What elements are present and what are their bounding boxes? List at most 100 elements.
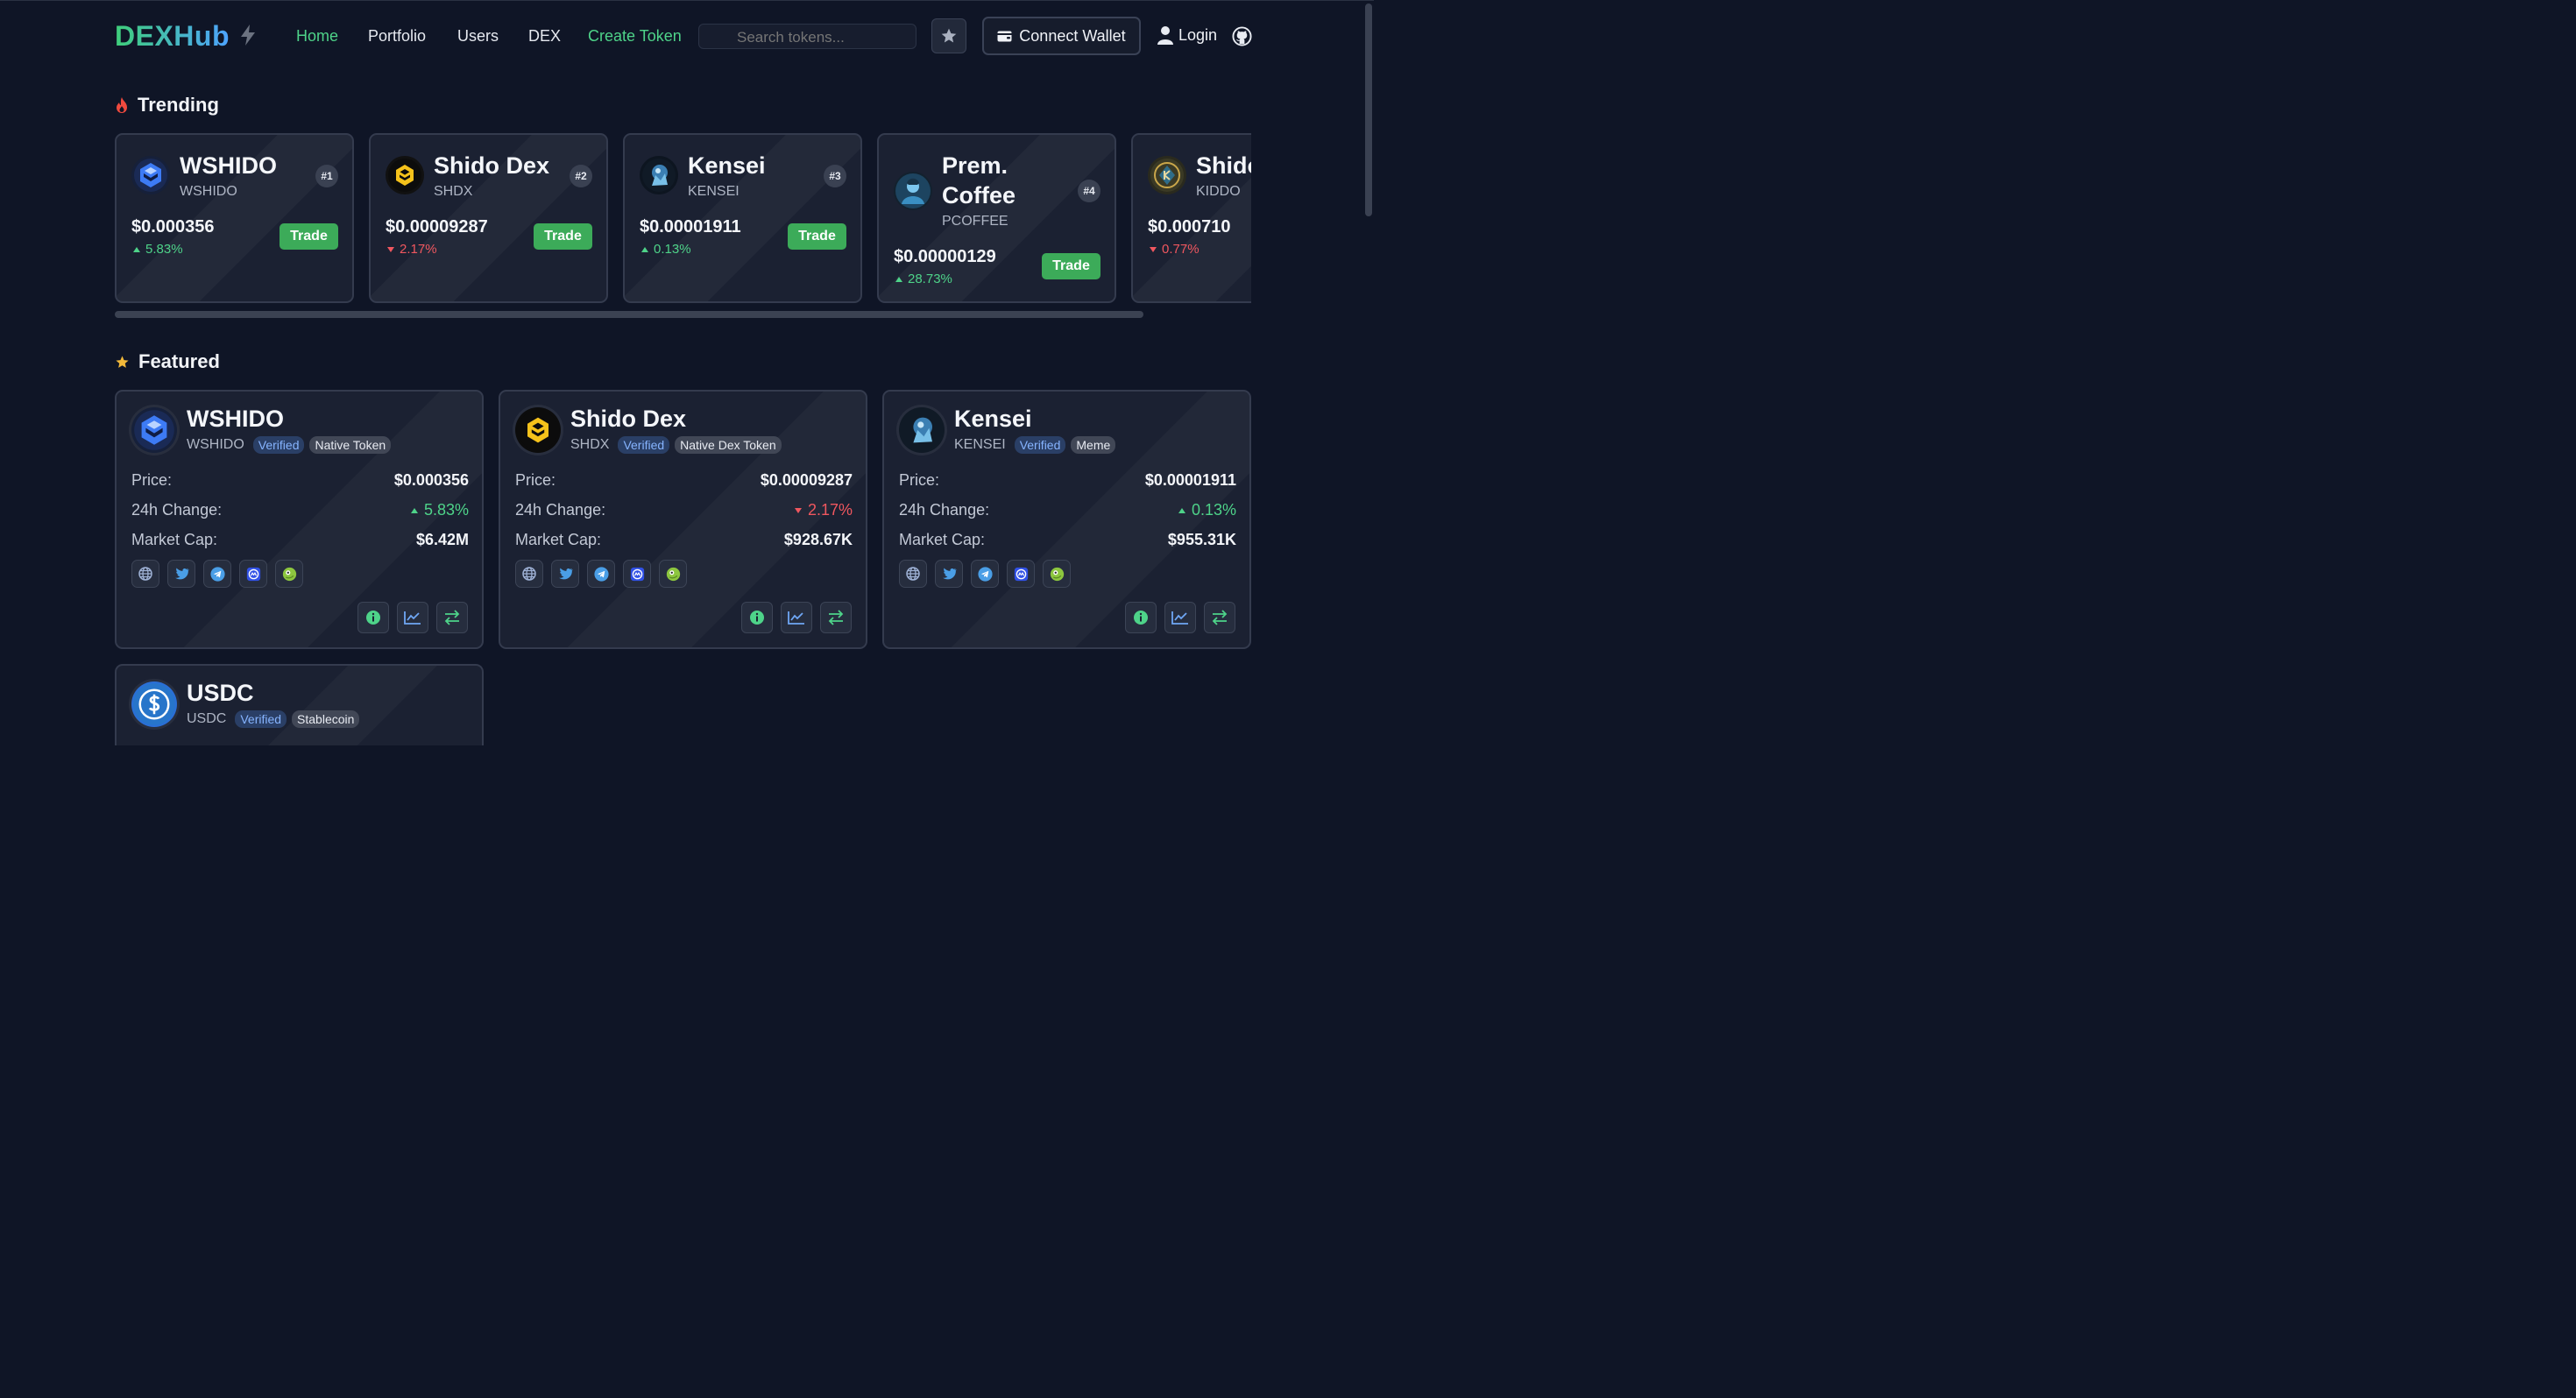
featured-card[interactable]: Kensei KENSEI Verified Meme Price: $0.00… [882,390,1251,649]
market-cap-value: $955.31K [1167,531,1236,548]
trade-button[interactable]: Trade [788,223,846,250]
search-input[interactable] [698,24,916,49]
price-value: $0.000356 [393,471,469,489]
trending-title-text: Trending [138,94,219,116]
coingecko-link[interactable] [1043,560,1071,588]
chart-button[interactable] [1164,602,1196,633]
telegram-link[interactable] [971,560,999,588]
brand-logo[interactable]: DEXHub [115,20,230,53]
globe-icon [906,567,920,581]
twitter-link[interactable] [551,560,579,588]
swap-icon [828,610,844,625]
kensei-logo-icon [899,407,945,453]
category-badge: Meme [1071,436,1116,454]
featured-card[interactable]: USDC USDC Verified Stablecoin [115,664,484,745]
trending-card[interactable]: Prem. Coffee PCOFFEE #4 $0.00000129 28.7… [877,133,1116,303]
favorites-button[interactable] [931,18,966,53]
swap-button[interactable] [1204,602,1235,633]
arrow-down-icon [794,507,802,513]
swap-icon [444,610,460,625]
coinmarketcap-link[interactable] [623,560,651,588]
twitter-link[interactable] [167,560,195,588]
token-name: Shido Dex [434,152,550,179]
token-name: WSHIDO [187,406,284,432]
token-meta: WSHIDO Verified Native Token [187,436,392,454]
nav-dex[interactable]: DEX [528,27,561,46]
token-change-value: 5.83% [145,242,183,257]
coinmarketcap-link[interactable] [239,560,267,588]
nav-create-token[interactable]: Create Token [588,27,682,46]
trending-carousel[interactable]: WSHIDO WSHIDO #1 $0.000356 5.83% Trade S… [115,133,1251,305]
token-change-value: 0.77% [1162,242,1200,257]
chart-icon [404,611,421,625]
wallet-icon [997,31,1012,41]
info-button[interactable] [741,602,773,633]
chart-button[interactable] [397,602,428,633]
telegram-link[interactable] [587,560,615,588]
swap-button[interactable] [436,602,468,633]
arrow-up-icon [641,246,648,252]
twitter-icon [558,568,573,579]
market-cap-row: Market Cap: $928.67K [515,531,853,549]
change-value: 2.17% [794,501,853,519]
nav-portfolio[interactable]: Portfolio [368,27,426,46]
info-button[interactable] [1125,602,1157,633]
market-cap-label: Market Cap: [131,531,218,548]
nav-home[interactable]: Home [296,27,338,46]
trade-button[interactable]: Trade [280,223,338,250]
twitter-icon [174,568,189,579]
rank-badge: #4 [1078,180,1100,202]
swap-button[interactable] [820,602,852,633]
token-change: 0.77% [1150,242,1200,257]
chart-button[interactable] [781,602,812,633]
website-link[interactable] [131,560,159,588]
rank-badge: #1 [315,165,338,187]
coingecko-link[interactable] [659,560,687,588]
star-icon [941,28,957,43]
coinmarketcap-link[interactable] [1007,560,1035,588]
coingecko-link[interactable] [275,560,303,588]
shido-dex-logo-icon [515,407,561,453]
featured-card[interactable]: WSHIDO WSHIDO Verified Native Token Pric… [115,390,484,649]
trade-button[interactable]: Trade [534,223,592,250]
card-actions [1125,602,1235,633]
verified-badge: Verified [618,436,670,454]
token-name: Shido Dex [570,406,687,432]
github-icon[interactable] [1232,26,1252,46]
telegram-link[interactable] [203,560,231,588]
trending-card[interactable]: WSHIDO WSHIDO #1 $0.000356 5.83% Trade [115,133,354,303]
carousel-scrollbar[interactable] [115,311,1143,318]
website-link[interactable] [515,560,543,588]
trending-title: Trending [115,94,219,116]
globe-icon [138,567,152,581]
change-label: 24h Change: [131,501,223,519]
twitter-link[interactable] [935,560,963,588]
website-link[interactable] [899,560,927,588]
arrow-down-icon [1150,246,1157,252]
swap-icon [1212,610,1228,625]
coinmarketcap-icon [246,567,260,581]
info-button[interactable] [357,602,389,633]
trending-card[interactable]: Shido Dex SHDX #2 $0.00009287 2.17% Trad… [369,133,608,303]
page-scrollbar[interactable] [1365,4,1372,216]
wshido-logo-icon [131,156,170,194]
connect-wallet-button[interactable]: Connect Wallet [982,17,1141,55]
nav-users[interactable]: Users [457,27,499,46]
token-meta: SHDX Verified Native Dex Token [570,436,782,454]
social-links [515,560,687,588]
token-name-line: Coffee [942,182,1016,208]
price-label: Price: [131,471,173,489]
category-badge: Native Token [309,436,392,454]
verified-badge: Verified [1014,436,1066,454]
trending-card[interactable]: Kensei KENSEI #3 $0.00001911 0.13% Trade [623,133,862,303]
arrow-up-icon [410,507,418,513]
trade-button[interactable]: Trade [1042,253,1100,279]
login-button[interactable]: Login [1157,25,1217,45]
arrow-up-icon [133,246,140,252]
trending-card[interactable]: Shido KIDDO $0.000710 0.77% [1131,133,1251,303]
featured-card[interactable]: Shido Dex SHDX Verified Native Dex Token… [499,390,867,649]
star-icon [116,355,129,368]
token-price: $0.00000129 [894,247,996,266]
token-name: Prem. Coffee [942,151,1016,210]
rank-badge: #3 [824,165,846,187]
